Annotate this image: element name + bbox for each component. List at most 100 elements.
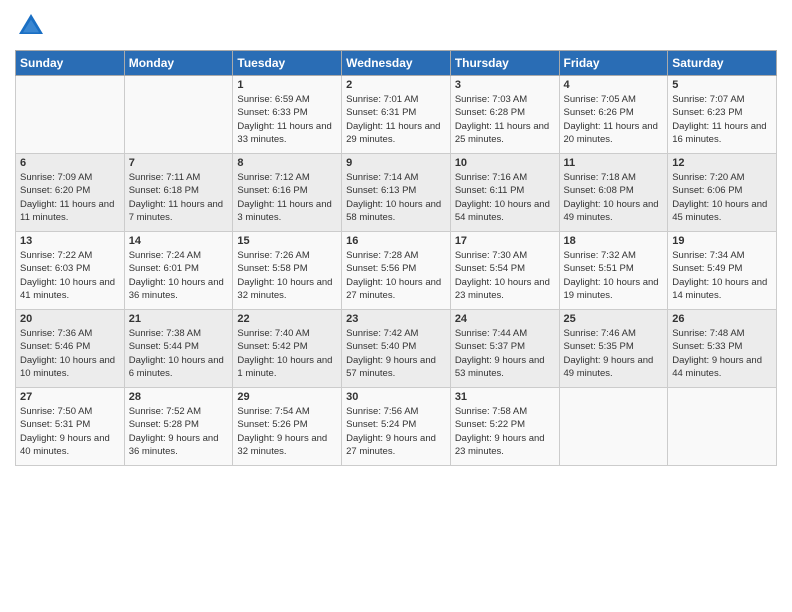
header-day-monday: Monday xyxy=(124,51,233,76)
day-cell: 5 Sunrise: 7:07 AM Sunset: 6:23 PM Daylig… xyxy=(668,76,777,154)
day-cell: 23 Sunrise: 7:42 AM Sunset: 5:40 PM Dayli… xyxy=(342,310,451,388)
day-cell: 6 Sunrise: 7:09 AM Sunset: 6:20 PM Daylig… xyxy=(16,154,125,232)
day-cell: 20 Sunrise: 7:36 AM Sunset: 5:46 PM Dayli… xyxy=(16,310,125,388)
day-info: Sunrise: 7:11 AM Sunset: 6:18 PM Dayligh… xyxy=(129,171,229,224)
day-cell: 18 Sunrise: 7:32 AM Sunset: 5:51 PM Dayli… xyxy=(559,232,668,310)
day-number: 13 xyxy=(20,235,120,247)
day-cell: 4 Sunrise: 7:05 AM Sunset: 6:26 PM Daylig… xyxy=(559,76,668,154)
day-info: Sunrise: 7:26 AM Sunset: 5:58 PM Dayligh… xyxy=(237,249,337,302)
day-cell: 24 Sunrise: 7:44 AM Sunset: 5:37 PM Dayli… xyxy=(450,310,559,388)
day-cell xyxy=(16,76,125,154)
day-cell: 3 Sunrise: 7:03 AM Sunset: 6:28 PM Daylig… xyxy=(450,76,559,154)
day-cell: 15Sunrise: 7:26 AM Sunset: 5:58 PM Dayli… xyxy=(233,232,342,310)
header-day-tuesday: Tuesday xyxy=(233,51,342,76)
day-cell: 31Sunrise: 7:58 AM Sunset: 5:22 PM Dayli… xyxy=(450,388,559,466)
day-cell: 29Sunrise: 7:54 AM Sunset: 5:26 PM Dayli… xyxy=(233,388,342,466)
day-info: Sunrise: 7:32 AM Sunset: 5:51 PM Dayligh… xyxy=(564,249,664,302)
day-number: 21 xyxy=(129,313,229,325)
day-cell: 11 Sunrise: 7:18 AM Sunset: 6:08 PM Dayli… xyxy=(559,154,668,232)
day-cell: 19Sunrise: 7:34 AM Sunset: 5:49 PM Dayli… xyxy=(668,232,777,310)
header-day-saturday: Saturday xyxy=(668,51,777,76)
day-cell: 8Sunrise: 7:12 AM Sunset: 6:16 PM Daylig… xyxy=(233,154,342,232)
day-info: Sunrise: 7:18 AM Sunset: 6:08 PM Dayligh… xyxy=(564,171,664,224)
page-container: SundayMondayTuesdayWednesdayThursdayFrid… xyxy=(0,0,792,471)
day-number: 11 xyxy=(564,157,664,169)
day-cell: 21 Sunrise: 7:38 AM Sunset: 5:44 PM Dayli… xyxy=(124,310,233,388)
day-info: Sunrise: 7:48 AM Sunset: 5:33 PM Dayligh… xyxy=(672,327,772,380)
day-number: 14 xyxy=(129,235,229,247)
week-row-3: 13 Sunrise: 7:22 AM Sunset: 6:03 PM Dayli… xyxy=(16,232,777,310)
day-info: Sunrise: 7:58 AM Sunset: 5:22 PM Dayligh… xyxy=(455,405,555,458)
week-row-4: 20 Sunrise: 7:36 AM Sunset: 5:46 PM Dayli… xyxy=(16,310,777,388)
day-info: Sunrise: 7:22 AM Sunset: 6:03 PM Dayligh… xyxy=(20,249,120,302)
day-number: 26 xyxy=(672,313,772,325)
day-cell xyxy=(124,76,233,154)
day-number: 19 xyxy=(672,235,772,247)
day-info: Sunrise: 7:16 AM Sunset: 6:11 PM Dayligh… xyxy=(455,171,555,224)
header-day-thursday: Thursday xyxy=(450,51,559,76)
day-cell xyxy=(559,388,668,466)
day-info: Sunrise: 6:59 AM Sunset: 6:33 PM Dayligh… xyxy=(237,93,337,146)
day-number: 29 xyxy=(237,391,337,403)
day-cell: 1 Sunrise: 6:59 AM Sunset: 6:33 PM Daylig… xyxy=(233,76,342,154)
day-info: Sunrise: 7:05 AM Sunset: 6:26 PM Dayligh… xyxy=(564,93,664,146)
day-info: Sunrise: 7:14 AM Sunset: 6:13 PM Dayligh… xyxy=(346,171,446,224)
day-number: 2 xyxy=(346,79,446,91)
day-number: 12 xyxy=(672,157,772,169)
day-info: Sunrise: 7:38 AM Sunset: 5:44 PM Dayligh… xyxy=(129,327,229,380)
day-cell: 22 Sunrise: 7:40 AM Sunset: 5:42 PM Dayli… xyxy=(233,310,342,388)
day-cell xyxy=(668,388,777,466)
day-info: Sunrise: 7:52 AM Sunset: 5:28 PM Dayligh… xyxy=(129,405,229,458)
day-number: 30 xyxy=(346,391,446,403)
day-info: Sunrise: 7:24 AM Sunset: 6:01 PM Dayligh… xyxy=(129,249,229,302)
day-number: 20 xyxy=(20,313,120,325)
day-info: Sunrise: 7:36 AM Sunset: 5:46 PM Dayligh… xyxy=(20,327,120,380)
day-number: 28 xyxy=(129,391,229,403)
day-cell: 10 Sunrise: 7:16 AM Sunset: 6:11 PM Dayli… xyxy=(450,154,559,232)
day-number: 25 xyxy=(564,313,664,325)
day-cell: 30Sunrise: 7:56 AM Sunset: 5:24 PM Dayli… xyxy=(342,388,451,466)
day-number: 27 xyxy=(20,391,120,403)
day-number: 10 xyxy=(455,157,555,169)
day-info: Sunrise: 7:40 AM Sunset: 5:42 PM Dayligh… xyxy=(237,327,337,380)
day-info: Sunrise: 7:50 AM Sunset: 5:31 PM Dayligh… xyxy=(20,405,120,458)
day-cell: 26 Sunrise: 7:48 AM Sunset: 5:33 PM Dayli… xyxy=(668,310,777,388)
day-number: 16 xyxy=(346,235,446,247)
day-number: 18 xyxy=(564,235,664,247)
day-info: Sunrise: 7:20 AM Sunset: 6:06 PM Dayligh… xyxy=(672,171,772,224)
week-row-2: 6 Sunrise: 7:09 AM Sunset: 6:20 PM Daylig… xyxy=(16,154,777,232)
day-info: Sunrise: 7:03 AM Sunset: 6:28 PM Dayligh… xyxy=(455,93,555,146)
day-info: Sunrise: 7:42 AM Sunset: 5:40 PM Dayligh… xyxy=(346,327,446,380)
day-number: 5 xyxy=(672,79,772,91)
header-day-sunday: Sunday xyxy=(16,51,125,76)
day-number: 22 xyxy=(237,313,337,325)
day-cell: 9 Sunrise: 7:14 AM Sunset: 6:13 PM Daylig… xyxy=(342,154,451,232)
day-cell: 17Sunrise: 7:30 AM Sunset: 5:54 PM Dayli… xyxy=(450,232,559,310)
day-info: Sunrise: 7:09 AM Sunset: 6:20 PM Dayligh… xyxy=(20,171,120,224)
day-cell: 16Sunrise: 7:28 AM Sunset: 5:56 PM Dayli… xyxy=(342,232,451,310)
day-info: Sunrise: 7:44 AM Sunset: 5:37 PM Dayligh… xyxy=(455,327,555,380)
day-number: 24 xyxy=(455,313,555,325)
day-number: 7 xyxy=(129,157,229,169)
day-number: 6 xyxy=(20,157,120,169)
header-day-wednesday: Wednesday xyxy=(342,51,451,76)
day-number: 9 xyxy=(346,157,446,169)
day-info: Sunrise: 7:01 AM Sunset: 6:31 PM Dayligh… xyxy=(346,93,446,146)
day-info: Sunrise: 7:07 AM Sunset: 6:23 PM Dayligh… xyxy=(672,93,772,146)
day-cell: 27 Sunrise: 7:50 AM Sunset: 5:31 PM Dayli… xyxy=(16,388,125,466)
day-cell: 12 Sunrise: 7:20 AM Sunset: 6:06 PM Dayli… xyxy=(668,154,777,232)
day-cell: 7 Sunrise: 7:11 AM Sunset: 6:18 PM Daylig… xyxy=(124,154,233,232)
header-row: SundayMondayTuesdayWednesdayThursdayFrid… xyxy=(16,51,777,76)
day-number: 8 xyxy=(237,157,337,169)
header-day-friday: Friday xyxy=(559,51,668,76)
day-cell: 28 Sunrise: 7:52 AM Sunset: 5:28 PM Dayli… xyxy=(124,388,233,466)
day-number: 17 xyxy=(455,235,555,247)
day-number: 3 xyxy=(455,79,555,91)
logo-icon xyxy=(15,10,47,42)
logo xyxy=(15,10,51,42)
day-number: 1 xyxy=(237,79,337,91)
week-row-1: 1 Sunrise: 6:59 AM Sunset: 6:33 PM Daylig… xyxy=(16,76,777,154)
calendar-table: SundayMondayTuesdayWednesdayThursdayFrid… xyxy=(15,50,777,466)
day-number: 4 xyxy=(564,79,664,91)
day-number: 23 xyxy=(346,313,446,325)
